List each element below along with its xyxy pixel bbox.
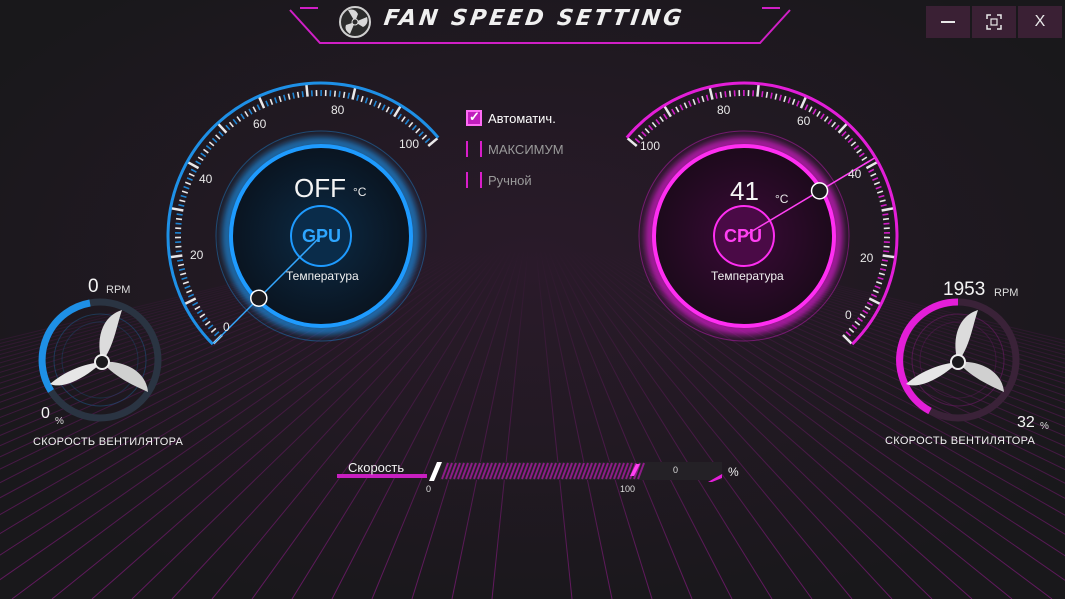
gpu-temperature-unit: °C (353, 185, 367, 199)
gpu-fan-rpm-value: 0 (88, 276, 99, 297)
speed-value[interactable]: 0 (673, 465, 678, 475)
gauges-layer (38, 81, 1020, 482)
gpu-sub-label: Температура (286, 269, 359, 283)
gpu-tick-label: 20 (190, 248, 204, 262)
cpu-gauge (625, 81, 899, 346)
cpu-fan-level-arc (896, 298, 959, 415)
gpu-chip-label: GPU (302, 226, 342, 246)
gpu-fan-speed-label: СКОРОСТЬ ВЕНТИЛЯТОРА (33, 436, 184, 448)
gpu-gauge (166, 81, 440, 346)
cpu-tick-label: 40 (848, 167, 862, 181)
mode-manual-label: Ручной (488, 172, 532, 188)
mode-auto-label: Автоматич. (488, 110, 556, 126)
gpu-tick-label: 0 (223, 320, 230, 334)
gpu-temperature-value: OFF (294, 173, 346, 203)
cpu-fan-rpm-unit: RPM (994, 287, 1019, 299)
cpu-fan-speed-label: СКОРОСТЬ ВЕНТИЛЯТОРА (885, 435, 1036, 447)
cpu-fan-rpm-value: 1953 (943, 279, 986, 300)
mode-max-option[interactable]: МАКСИМУМ (466, 141, 564, 157)
speed-min-label: 0 (426, 484, 432, 494)
checkbox-empty-icon[interactable] (466, 172, 482, 188)
speed-unit: % (728, 465, 739, 479)
cpu-fan-percent-unit: % (1040, 421, 1049, 432)
cpu-chip-label: CPU (724, 226, 763, 246)
gpu-gauge-knob (250, 289, 268, 307)
cpu-tick-label: 100 (640, 139, 661, 153)
checkbox-empty-icon[interactable] (466, 141, 482, 157)
cpu-temperature-unit: °C (775, 192, 789, 206)
cpu-tick-label: 60 (797, 114, 811, 128)
cpu-gauge-knob (810, 182, 829, 200)
cpu-tick-label: 0 (845, 308, 852, 322)
checkbox-checked-icon[interactable] (466, 109, 482, 126)
gpu-fan-percent-value: 0 (41, 405, 50, 422)
gpu-fan-percent-unit: % (55, 416, 64, 427)
mode-manual-option[interactable]: Ручной (466, 172, 532, 188)
gpu-tick-label: 80 (331, 103, 345, 117)
gpu-tick-label: 60 (253, 117, 267, 131)
gpu-fan-rpm-unit: RPM (106, 284, 131, 296)
speed-label: Скорость (348, 460, 405, 475)
mode-auto-option[interactable]: Автоматич. (466, 109, 556, 126)
cpu-fan-percent-value: 32 (1017, 414, 1035, 431)
cpu-sub-label: Температура (711, 269, 784, 283)
mode-max-label: МАКСИМУМ (488, 141, 564, 157)
cpu-tick-label: 20 (860, 251, 874, 265)
cpu-tick-label: 80 (717, 103, 731, 117)
speed-max-label: 100 (620, 484, 636, 494)
cpu-temperature-value: 41 (730, 176, 759, 206)
gpu-tick-label: 100 (399, 137, 420, 151)
gpu-tick-label: 40 (199, 172, 213, 186)
